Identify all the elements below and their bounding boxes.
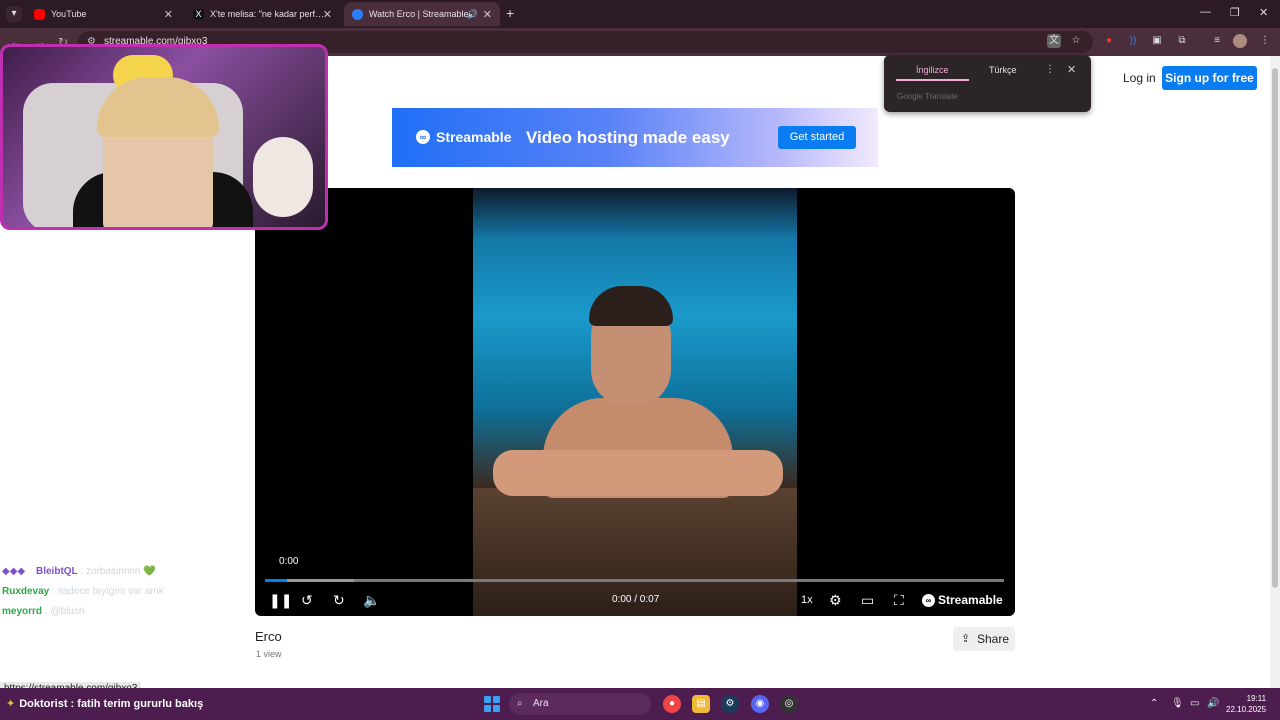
audio-icon[interactable]: 🔊 (467, 9, 478, 20)
close-icon[interactable]: ✕ (323, 8, 332, 21)
progress-fill (265, 579, 288, 582)
translate-provider: Google Translate (897, 92, 958, 101)
video-player[interactable]: 0:00 ❚❚ ↺ ↻ 🔈 0:00 / 0:07 1x ⚙ ▭ ⛶ ∞ Str… (255, 188, 1015, 616)
share-icon: ⇪ (961, 633, 971, 645)
minimize-button[interactable]: — (1200, 6, 1211, 18)
badge-icon: ◆◆◆ (2, 566, 26, 577)
display-icon[interactable]: ▭ (1190, 698, 1199, 709)
extension-icon[interactable]: ▣ (1150, 34, 1164, 48)
star-icon: ✦ (6, 698, 16, 710)
tab-title: YouTube (51, 9, 87, 19)
tab-streamable[interactable]: Watch Erco | Streamable 🔊 ✕ (344, 2, 500, 26)
discord-icon[interactable]: ◉ (751, 695, 769, 713)
search-icon: ⌕ (517, 698, 523, 709)
player-brand[interactable]: ∞ Streamable (922, 590, 1003, 610)
signup-button[interactable]: Sign up for free (1162, 66, 1257, 90)
youtube-icon (34, 8, 45, 20)
new-tab-button[interactable]: + (506, 6, 514, 20)
bookmark-star-icon[interactable]: ☆ (1069, 34, 1083, 48)
speed-button[interactable]: 1x (801, 590, 813, 610)
extension-icon[interactable]: )) (1126, 34, 1140, 48)
chrome-icon[interactable]: ● (663, 695, 681, 713)
chat-line: ◆◆◆ BleibtQL : zorbasinnnn 💚 (2, 562, 156, 583)
video-title: Erco (255, 629, 282, 644)
taskbar-search[interactable]: ⌕ Ara (509, 693, 651, 715)
reading-list-icon[interactable]: ≡ (1210, 34, 1224, 48)
login-link[interactable]: Log in (1123, 71, 1156, 85)
streamable-logo-icon: ∞ (416, 130, 430, 144)
rewind-icon[interactable]: ↺ (301, 590, 313, 610)
forward-skip-icon[interactable]: ↻ (333, 590, 345, 610)
restore-button[interactable]: ❐ (1230, 6, 1240, 19)
view-count: 1 view (256, 649, 282, 659)
plush-toy (253, 137, 313, 217)
tab-title: Watch Erco | Streamable (369, 9, 469, 19)
volume-icon[interactable]: 🔊 (1207, 698, 1219, 709)
share-button[interactable]: ⇪ Share (953, 627, 1015, 651)
pause-icon[interactable]: ❚❚ (269, 590, 292, 610)
target-language-tab[interactable]: Türkçe (989, 65, 1017, 75)
page-scrollbar[interactable] (1270, 56, 1280, 688)
banner-tagline: Video hosting made easy (526, 128, 730, 147)
obs-icon[interactable]: ◎ (780, 695, 798, 713)
more-options-icon[interactable]: ⋮ (1045, 64, 1055, 75)
translate-icon[interactable]: 文 (1047, 34, 1061, 48)
profile-avatar[interactable] (1233, 34, 1247, 48)
streamable-logo-icon: ∞ (922, 593, 935, 607)
window-close-button[interactable]: ✕ (1259, 6, 1268, 19)
chat-line: Ruxdevay : sadece bıyıgını var amk (2, 586, 164, 597)
progress-bar[interactable] (265, 579, 1004, 582)
banner-brand: ∞ Streamable (416, 129, 511, 145)
steam-icon[interactable]: ⚙ (721, 695, 739, 713)
tray-expand-icon[interactable]: ⌃ (1150, 698, 1158, 709)
chat-ticker: ✦ Doktorist : fatih terim gururlu bakış (6, 698, 204, 710)
close-icon[interactable]: ✕ (483, 8, 492, 21)
ad-banner[interactable]: ∞ Streamable Video hosting made easy Get… (392, 108, 878, 167)
browser-tab-bar: ▾ YouTube ✕ X X'te melisa: "ne kadar per… (0, 0, 1280, 28)
tab-search-button[interactable]: ▾ (6, 6, 22, 22)
hover-timestamp: 0:00 (279, 556, 299, 567)
extension-icon[interactable]: ● (1102, 34, 1116, 48)
translate-popup: İngilizce Türkçe ⋮ ✕ Google Translate (884, 55, 1091, 112)
system-clock[interactable]: 19:11 22.10.2025 (1226, 693, 1266, 715)
volume-icon[interactable]: 🔈 (363, 590, 380, 610)
menu-icon[interactable]: ⋮ (1258, 34, 1272, 48)
microphone-icon[interactable]: 🎙 (1171, 698, 1184, 709)
fullscreen-icon[interactable]: ⛶ (894, 590, 904, 610)
settings-gear-icon[interactable]: ⚙ (829, 590, 842, 610)
extensions-puzzle-icon[interactable]: ⧉ (1175, 34, 1189, 48)
webcam-overlay (0, 44, 328, 230)
file-explorer-icon[interactable]: ▤ (692, 695, 710, 713)
get-started-button[interactable]: Get started (778, 126, 856, 149)
start-button[interactable] (484, 696, 500, 712)
tab-youtube[interactable]: YouTube ✕ (26, 2, 181, 26)
windows-taskbar: ✦ Doktorist : fatih terim gururlu bakış ⌕… (0, 688, 1280, 720)
close-icon[interactable]: ✕ (1067, 63, 1076, 76)
player-controls: ❚❚ ↺ ↻ 🔈 0:00 / 0:07 1x ⚙ ▭ ⛶ ∞ Streamab… (255, 588, 1015, 612)
chat-line: meyorrd : @blush (2, 606, 85, 617)
tab-title: X'te melisa: "ne kadar performa (210, 9, 325, 19)
video-frame[interactable] (473, 188, 797, 616)
close-icon[interactable]: ✕ (164, 8, 173, 21)
streamable-icon (352, 8, 363, 20)
x-icon: X (193, 8, 204, 20)
tab-x[interactable]: X X'te melisa: "ne kadar performa ✕ (185, 2, 340, 26)
picture-in-picture-icon[interactable]: ▭ (861, 590, 874, 610)
time-display: 0:00 / 0:07 (612, 594, 660, 605)
source-language-tab[interactable]: İngilizce (896, 65, 969, 81)
